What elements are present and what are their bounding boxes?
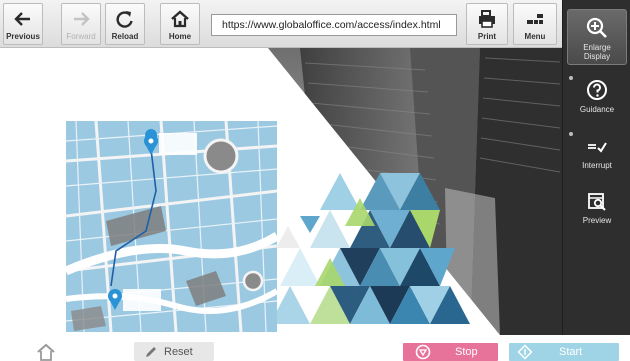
reload-button[interactable]: Reload (105, 3, 145, 45)
zoom-in-icon (586, 17, 607, 38)
previous-label: Previous (6, 32, 40, 41)
stop-button[interactable]: Stop (403, 343, 498, 361)
forward-button[interactable]: Forward (61, 3, 101, 45)
question-icon (587, 80, 607, 100)
guidance-button[interactable]: Guidance (567, 72, 627, 128)
start-label: Start (559, 346, 583, 358)
menu-icon (527, 14, 543, 24)
stop-label: Stop (455, 346, 478, 358)
reload-icon (116, 11, 133, 28)
pencil-icon (146, 346, 156, 357)
browser-toolbar: Previous Forward Reload Home https://www… (0, 0, 562, 48)
web-content (0, 48, 562, 335)
reset-label: Reset (164, 345, 193, 358)
print-button[interactable]: Print (466, 3, 508, 45)
printer-icon (479, 10, 495, 28)
interrupt-icon (588, 142, 607, 153)
enlarge-label-line1: Enlarge (583, 43, 611, 52)
preview-icon (588, 193, 606, 211)
previous-button[interactable]: Previous (3, 3, 43, 45)
preview-button[interactable]: Preview (567, 183, 627, 239)
start-button[interactable]: Start (509, 343, 619, 361)
preview-label: Preview (582, 216, 612, 225)
device-side-panel: Enlarge Display Guidance Interrupt Previ… (562, 0, 630, 335)
home-icon[interactable] (36, 343, 56, 361)
home-icon (171, 10, 189, 28)
reload-label: Reload (111, 32, 139, 41)
route-map-image (66, 121, 277, 332)
print-label: Print (477, 32, 497, 41)
home-label: Home (168, 32, 192, 41)
start-icon (517, 344, 533, 360)
arrow-right-icon (74, 12, 90, 26)
interrupt-button[interactable]: Interrupt (567, 128, 627, 184)
forward-label: Forward (66, 32, 96, 41)
arrow-left-icon (14, 12, 30, 26)
home-button[interactable]: Home (160, 3, 200, 45)
guidance-label: Guidance (579, 105, 615, 114)
reset-button[interactable]: Reset (134, 342, 214, 361)
enlarge-label-line2: Display (583, 52, 611, 61)
url-field[interactable]: https://www.globaloffice.com/access/inde… (211, 14, 457, 36)
menu-label: Menu (524, 32, 546, 41)
stop-icon (415, 344, 431, 360)
enlarge-display-button[interactable]: Enlarge Display (567, 9, 627, 65)
interrupt-label: Interrupt (582, 161, 612, 170)
browser-screen: Previous Forward Reload Home https://www… (0, 0, 630, 361)
device-bottom-bar: Reset Stop Start (0, 335, 630, 361)
menu-button[interactable]: Menu (513, 3, 557, 45)
